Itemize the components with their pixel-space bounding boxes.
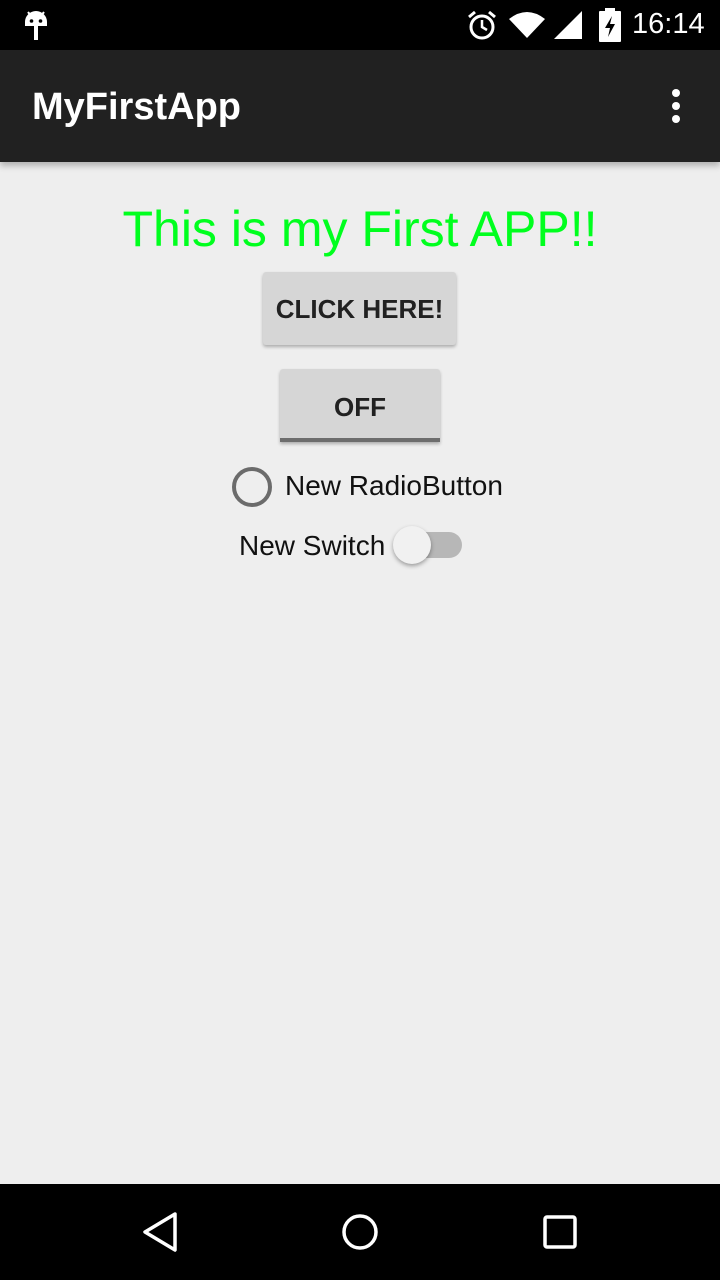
recents-icon[interactable] [542, 1214, 578, 1250]
app-title: MyFirstApp [32, 86, 241, 128]
switch-thumb[interactable] [393, 526, 431, 564]
status-bar: 16:14 [0, 0, 720, 50]
alarm-icon [468, 10, 496, 40]
switch-control[interactable]: New Switch [239, 524, 479, 568]
toggle-button[interactable]: OFF [280, 369, 440, 442]
back-icon[interactable] [140, 1211, 180, 1253]
radio-label[interactable]: New RadioButton [285, 470, 503, 502]
battery-charging-icon [599, 8, 621, 42]
status-clock: 16:14 [632, 8, 705, 40]
wifi-icon [509, 12, 545, 38]
switch-label[interactable]: New Switch [239, 530, 385, 562]
app-bar: MyFirstApp [0, 50, 720, 162]
click-here-button[interactable]: CLICK HERE! [263, 272, 456, 345]
home-icon[interactable] [340, 1212, 380, 1252]
headline-text: This is my First APP!! [122, 201, 598, 257]
cell-signal-icon [554, 11, 582, 39]
android-debug-icon [25, 11, 47, 40]
radio-circle-icon[interactable] [232, 467, 272, 507]
overflow-menu-icon[interactable] [664, 86, 688, 126]
